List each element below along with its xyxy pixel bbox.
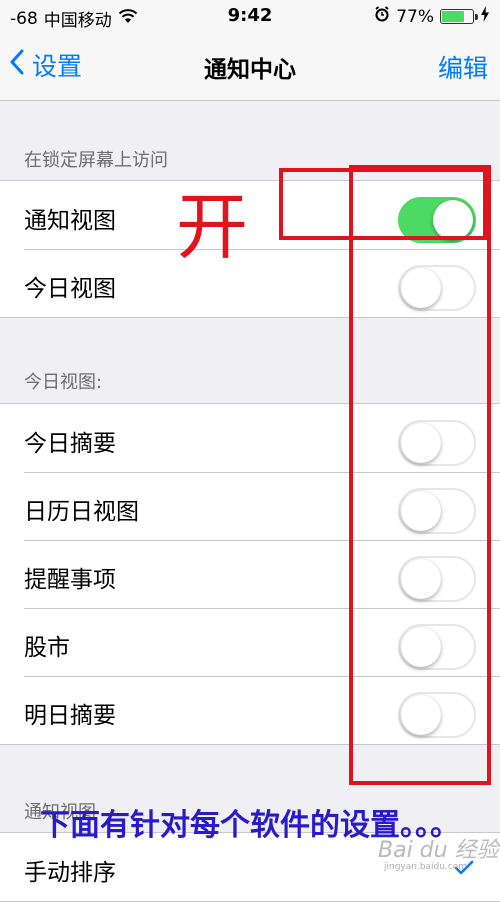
- battery-nub: [475, 14, 478, 20]
- watermark-logo: Bai du 经验: [378, 838, 499, 863]
- list-item: 股市: [0, 608, 500, 676]
- row-label: 通知视图: [24, 208, 116, 234]
- chevron-left-icon: [10, 49, 24, 81]
- list-item: 今日摘要: [0, 404, 500, 472]
- row-label: 手动排序: [24, 860, 116, 886]
- row-label: 提醒事项: [24, 567, 116, 593]
- today-summary-toggle[interactable]: [398, 420, 476, 466]
- notification-view-toggle[interactable]: [398, 197, 476, 243]
- battery-fill: [442, 11, 464, 22]
- toggle-knob: [401, 491, 441, 531]
- annotation-open-text: 开: [176, 185, 249, 269]
- list-item: 通知视图: [0, 181, 500, 249]
- toggle-knob: [401, 268, 441, 308]
- edit-button[interactable]: 编辑: [438, 49, 488, 85]
- today-view-toggle[interactable]: [398, 265, 476, 311]
- toggle-knob: [401, 695, 441, 735]
- lockscreen-group: 通知视图 今日视图: [0, 180, 500, 318]
- bolt-icon: [480, 6, 490, 27]
- list-item: 日历日视图: [0, 472, 500, 540]
- reminders-toggle[interactable]: [398, 556, 476, 602]
- calendar-day-view-toggle[interactable]: [398, 488, 476, 534]
- status-right: 77%: [374, 6, 490, 27]
- toggle-knob: [433, 200, 473, 240]
- alarm-icon: [374, 6, 390, 27]
- stocks-toggle[interactable]: [398, 624, 476, 670]
- back-label: 设置: [32, 52, 83, 81]
- battery-icon: [440, 9, 478, 24]
- today-view-group: 今日摘要 日历日视图 提醒事项 股市 明日摘要: [0, 403, 500, 745]
- watermark-url: jingyan.baidu.com: [384, 862, 468, 872]
- navigation-bar: 设置 通知中心 编辑: [0, 34, 500, 101]
- list-item: 明日摘要: [0, 676, 500, 744]
- row-label: 明日摘要: [24, 703, 116, 729]
- status-bar: -68 中国移动 9:42 77%: [0, 0, 500, 34]
- list-item: 今日视图: [0, 249, 500, 317]
- row-label: 今日摘要: [24, 431, 116, 457]
- toggle-knob: [401, 627, 441, 667]
- section-header-today: 今日视图:: [24, 372, 103, 393]
- toggle-knob: [401, 423, 441, 463]
- battery-percent: 77%: [396, 6, 434, 27]
- row-label: 今日视图: [24, 276, 116, 302]
- tomorrow-summary-toggle[interactable]: [398, 692, 476, 738]
- section-header-lockscreen: 在锁定屏幕上访问: [24, 150, 168, 171]
- toggle-knob: [401, 559, 441, 599]
- list-item: 提醒事项: [0, 540, 500, 608]
- row-label: 股市: [24, 635, 70, 661]
- row-label: 日历日视图: [24, 499, 139, 525]
- back-button[interactable]: 设置: [10, 47, 82, 83]
